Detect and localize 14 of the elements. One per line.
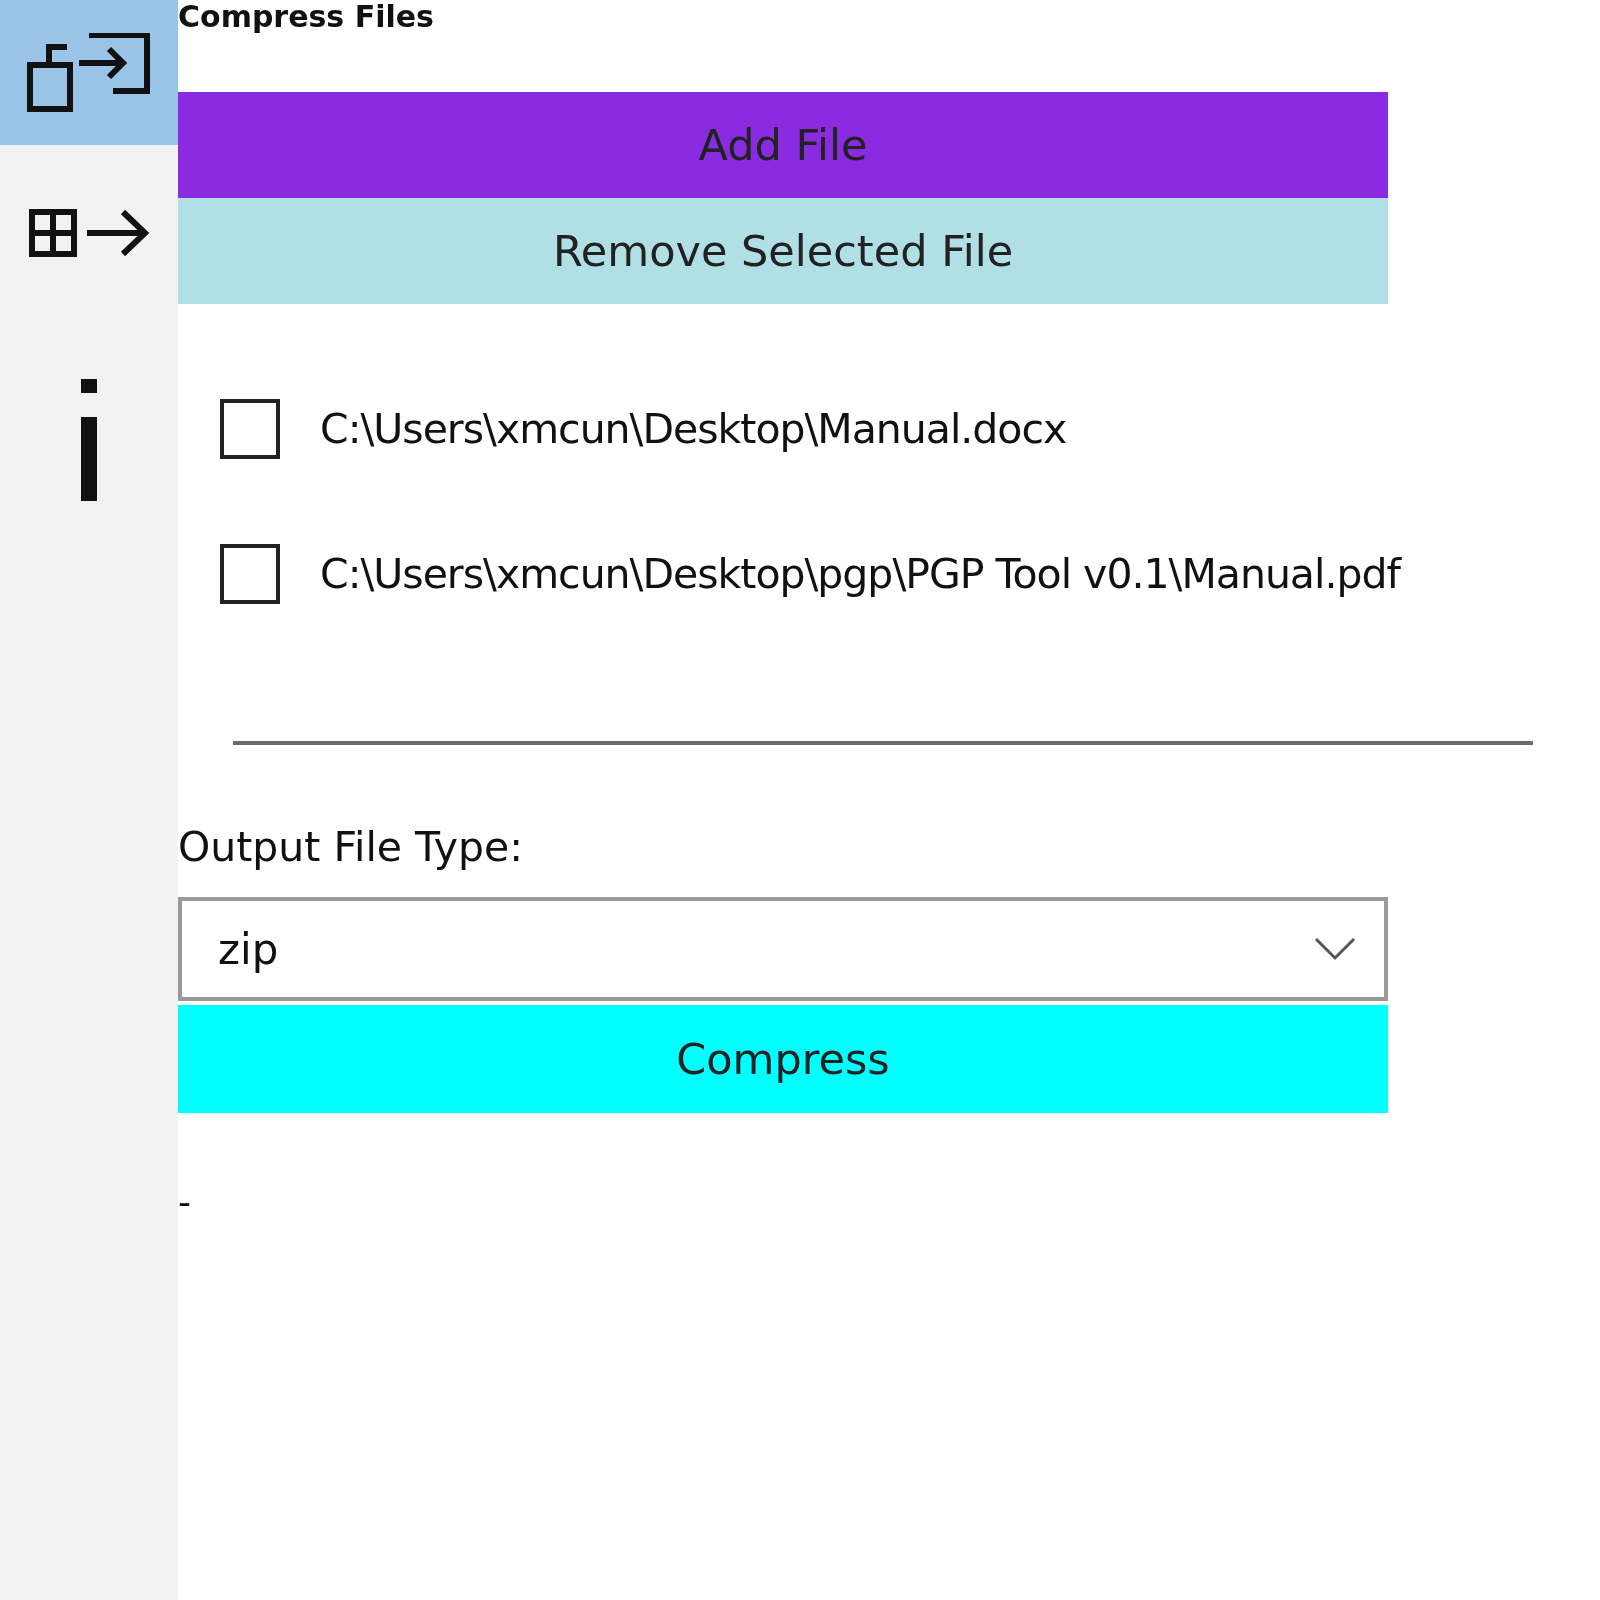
remove-file-button[interactable]: Remove Selected File <box>178 198 1388 304</box>
info-icon <box>79 379 99 501</box>
checkbox[interactable] <box>220 398 280 459</box>
file-path: C:\Users\xmcun\Desktop\pgp\PGP Tool v0.1\Manual.pdf <box>320 549 1400 598</box>
compress-button[interactable]: Compress <box>178 1005 1388 1113</box>
output-type-dropdown[interactable]: zip <box>178 897 1388 1001</box>
chevron-down-icon <box>1314 937 1356 961</box>
nav-item[interactable] <box>0 0 178 145</box>
file-path: C:\Users\xmcun\Desktop\Manual.docx <box>320 404 1067 453</box>
field-label: Output File Type: <box>178 823 524 871</box>
checkbox[interactable] <box>220 543 280 604</box>
status-text: - <box>178 1181 191 1222</box>
compress-icon <box>27 32 151 113</box>
page-title: Compress Files <box>178 0 434 36</box>
